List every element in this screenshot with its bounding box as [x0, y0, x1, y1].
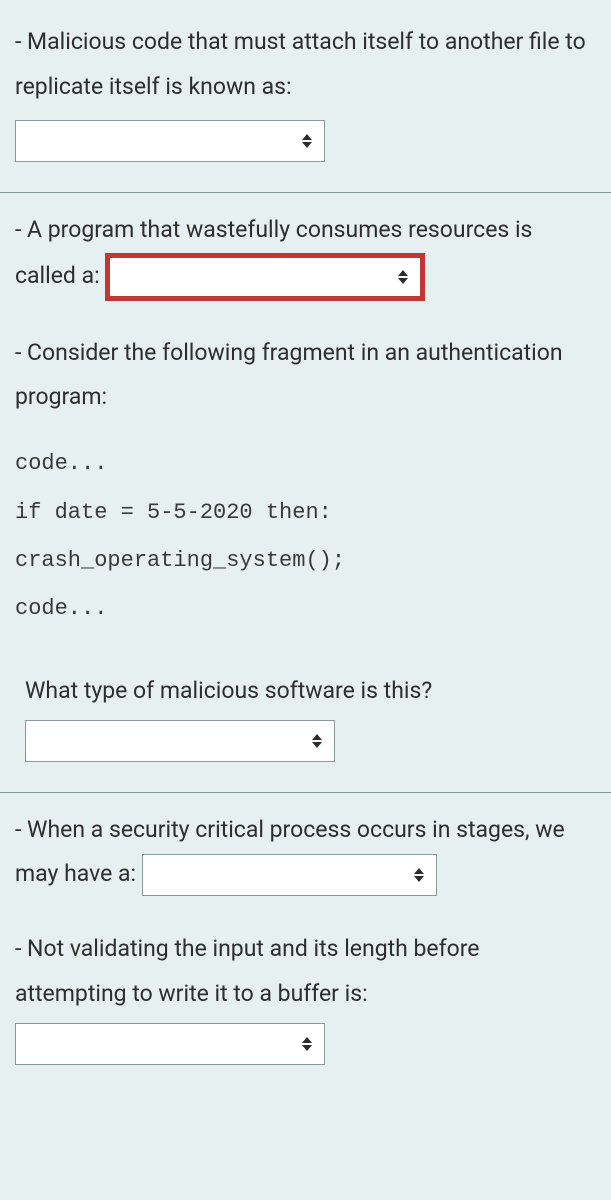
question-4: - When a security critical process occur…: [15, 808, 596, 898]
question-5: - Not validating the input and its lengt…: [15, 927, 596, 1065]
question-1-text: - Malicious code that must attach itself…: [15, 28, 586, 100]
question-4-select[interactable]: [143, 858, 436, 898]
code-line-1: code...: [15, 440, 596, 488]
question-1: - Malicious code that must attach itself…: [15, 20, 596, 162]
code-line-3: crash_operating_system();: [15, 537, 596, 585]
divider: [0, 192, 611, 193]
question-3-sub: What type of malicious software is this?: [25, 669, 596, 762]
question-1-select-wrapper[interactable]: [15, 120, 325, 162]
question-3: - Consider the following fragment in an …: [15, 331, 596, 762]
question-2: - A program that wastefully consumes res…: [15, 208, 596, 301]
question-1-select[interactable]: [16, 124, 324, 164]
code-fragment: code... if date = 5-5-2020 then: crash_o…: [15, 440, 596, 634]
question-3-sub-text: What type of malicious software is this?: [25, 669, 596, 714]
divider: [0, 792, 611, 793]
question-5-select-wrapper[interactable]: [15, 1023, 325, 1065]
question-2-select[interactable]: [110, 262, 420, 300]
code-line-2: if date = 5-5-2020 then:: [15, 489, 596, 537]
question-3-intro: - Consider the following fragment in an …: [15, 331, 596, 421]
question-2-select-wrapper[interactable]: [105, 253, 425, 301]
question-4-select-wrapper[interactable]: [142, 854, 437, 896]
question-5-select[interactable]: [16, 1027, 324, 1067]
code-line-4: code...: [15, 585, 596, 633]
question-3-select-wrapper[interactable]: [25, 720, 335, 762]
question-5-text: - Not validating the input and its lengt…: [15, 927, 596, 1017]
question-3-select[interactable]: [26, 724, 334, 764]
